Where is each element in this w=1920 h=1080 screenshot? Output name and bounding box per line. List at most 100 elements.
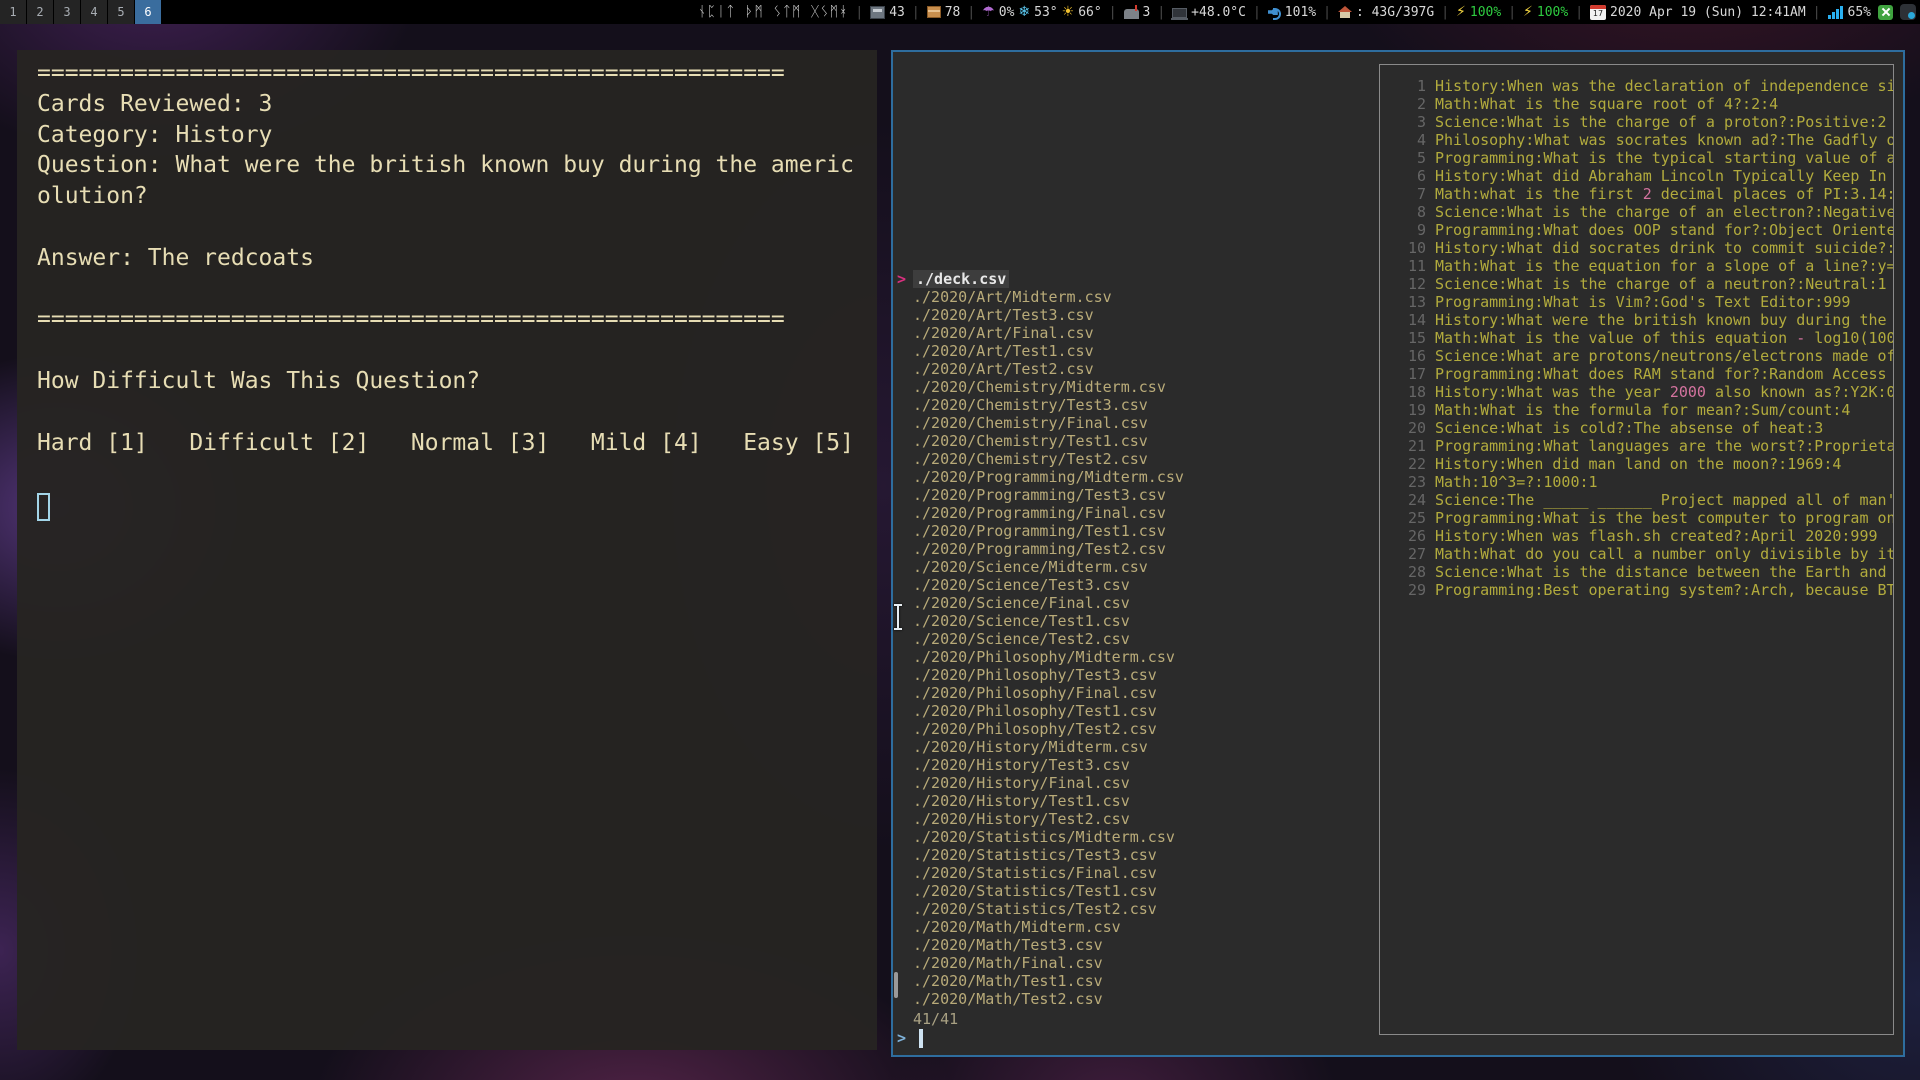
workspace-button[interactable]: 4 — [81, 0, 107, 24]
fzf-file-item[interactable]: ./2020/Science/Test2.csv — [897, 630, 1184, 648]
fzf-file-item[interactable]: ./2020/Philosophy/Test3.csv — [897, 666, 1184, 684]
fzf-file-item[interactable]: ./2020/Art/Midterm.csv — [897, 288, 1184, 306]
fzf-pointer — [897, 666, 913, 684]
fzf-file-item[interactable]: ./2020/Science/Test1.csv — [897, 612, 1184, 630]
fzf-file-item[interactable]: ./2020/Chemistry/Final.csv — [897, 414, 1184, 432]
tray-app-icon[interactable] — [1900, 4, 1916, 20]
workspace-button[interactable]: 1 — [0, 0, 26, 24]
fzf-file-item[interactable]: ./2020/Programming/Test3.csv — [897, 486, 1184, 504]
fzf-file-label: ./2020/Statistics/Test2.csv — [913, 900, 1157, 918]
cpu-temp-block: +48.0°C — [1172, 5, 1246, 20]
fzf-file-item[interactable]: ./2020/Philosophy/Midterm.csv — [897, 648, 1184, 666]
fzf-file-item[interactable]: ./2020/History/Test1.csv — [897, 792, 1184, 810]
fzf-file-item[interactable]: ./2020/Philosophy/Test2.csv — [897, 720, 1184, 738]
preview-line: 6History:What did Abraham Lincoln Typica… — [1380, 167, 1893, 185]
fzf-pointer — [897, 900, 913, 918]
preview-line: 5Programming:What is the typical startin… — [1380, 149, 1893, 167]
fzf-pointer — [897, 720, 913, 738]
fzf-file-item[interactable]: ./2020/Chemistry/Test3.csv — [897, 396, 1184, 414]
fzf-file-item[interactable]: ./2020/Math/Test2.csv — [897, 990, 1184, 1008]
preview-line: 3Science:What is the charge of a proton?… — [1380, 113, 1893, 131]
news-block: 43 — [870, 5, 905, 20]
preview-highlight: - — [1796, 329, 1805, 347]
fzf-file-item[interactable]: ./2020/Art/Test1.csv — [897, 342, 1184, 360]
preview-line-number: 1 — [1380, 77, 1426, 95]
fzf-file-item[interactable]: ./2020/Programming/Final.csv — [897, 504, 1184, 522]
preview-text: Science:What is cold?:The absense of hea… — [1435, 419, 1823, 437]
fzf-file-item[interactable]: ./2020/Math/Test3.csv — [897, 936, 1184, 954]
scrollbar-thumb[interactable] — [894, 972, 898, 998]
fzf-file-item[interactable]: ./2020/History/Midterm.csv — [897, 738, 1184, 756]
fzf-file-label: ./deck.csv — [913, 270, 1009, 288]
fzf-file-item[interactable]: ./2020/Statistics/Final.csv — [897, 864, 1184, 882]
top-status-bar: 123456 ᚾᛈᛁᛏ ᚦᛗ ᛊᛏᛗ ᚷᛊᛗᚼ | 43 | 78 | ☂ 0%… — [0, 0, 1920, 24]
fzf-pointer — [897, 288, 913, 306]
fzf-pointer — [897, 882, 913, 900]
preview-text: Programming:What does OOP stand for?:Obj… — [1435, 221, 1893, 239]
fzf-file-item[interactable]: ./2020/Programming/Midterm.csv — [897, 468, 1184, 486]
preview-line: 8Science:What is the charge of an electr… — [1380, 203, 1893, 221]
fzf-file-item[interactable]: ./2020/Philosophy/Final.csv — [897, 684, 1184, 702]
fzf-file-item[interactable]: ./2020/Math/Test1.csv — [897, 972, 1184, 990]
fzf-file-label: ./2020/Math/Test3.csv — [913, 936, 1103, 954]
fzf-file-item[interactable]: ./2020/Chemistry/Test1.csv — [897, 432, 1184, 450]
fzf-file-item[interactable]: ./2020/Science/Final.csv — [897, 594, 1184, 612]
terminal-line — [37, 335, 869, 366]
fzf-file-item[interactable]: ./2020/Art/Final.csv — [897, 324, 1184, 342]
fzf-file-item[interactable]: ./2020/Statistics/Test3.csv — [897, 846, 1184, 864]
separator: | — [1575, 5, 1583, 20]
fzf-file-item[interactable]: ./2020/Science/Midterm.csv — [897, 558, 1184, 576]
wifi-block: 65% — [1828, 5, 1871, 20]
fzf-file-item[interactable]: ./2020/Statistics/Test1.csv — [897, 882, 1184, 900]
fzf-file-item[interactable]: ./2020/Art/Test2.csv — [897, 360, 1184, 378]
fzf-file-label: ./2020/Programming/Test1.csv — [913, 522, 1166, 540]
fzf-file-item[interactable]: ./2020/Philosophy/Test1.csv — [897, 702, 1184, 720]
fzf-file-label: ./2020/Science/Test1.csv — [913, 612, 1130, 630]
preview-line: 1History:When was the declaration of ind… — [1380, 77, 1893, 95]
fzf-pointer — [897, 360, 913, 378]
fzf-file-item[interactable]: ./2020/Programming/Test1.csv — [897, 522, 1184, 540]
preview-line-number: 15 — [1380, 329, 1426, 347]
bolt-icon: ⚡ — [1523, 5, 1533, 19]
preview-line-number: 7 — [1380, 185, 1426, 203]
fzf-pointer — [897, 396, 913, 414]
wifi-signal-icon — [1828, 6, 1844, 19]
fzf-file-item[interactable]: ./2020/Science/Test3.csv — [897, 576, 1184, 594]
preview-line-number: 9 — [1380, 221, 1426, 239]
fzf-file-item[interactable]: ./2020/Chemistry/Midterm.csv — [897, 378, 1184, 396]
terminal-line: Answer: The redcoats — [37, 243, 869, 274]
fzf-pointer — [897, 414, 913, 432]
preview-text: Math:10^3=?:1000:1 — [1435, 473, 1598, 491]
workspace-button[interactable]: 3 — [54, 0, 80, 24]
preview-line: 9 Programming:What does OOP stand for?:Ob… — [1380, 221, 1893, 239]
workspace-button[interactable]: 6 — [135, 0, 161, 24]
fzf-file-item[interactable]: ./2020/Art/Test3.csv — [897, 306, 1184, 324]
preview-text: Math:what is the first — [1435, 185, 1643, 203]
preview-line: 19Math:What is the formula for mean?:Sum… — [1380, 401, 1893, 419]
fzf-file-item[interactable]: ./2020/History/Final.csv — [897, 774, 1184, 792]
fzf-file-item[interactable]: ./2020/Statistics/Test2.csv — [897, 900, 1184, 918]
preview-line-number: 3 — [1380, 113, 1426, 131]
flashcard-terminal-window[interactable]: ========================================… — [17, 50, 877, 1050]
fzf-file-item[interactable]: > ./deck.csv — [897, 270, 1184, 288]
fzf-file-label: ./2020/Chemistry/Test2.csv — [913, 450, 1148, 468]
workspace-button[interactable]: 5 — [108, 0, 134, 24]
preview-line-number: 24 — [1380, 491, 1426, 509]
fzf-pointer — [897, 792, 913, 810]
workspace-button[interactable]: 2 — [27, 0, 53, 24]
fzf-file-item[interactable]: ./2020/Math/Midterm.csv — [897, 918, 1184, 936]
fzf-file-item[interactable]: ./2020/Programming/Test2.csv — [897, 540, 1184, 558]
fzf-pointer — [897, 954, 913, 972]
fzf-file-item[interactable]: ./2020/Math/Final.csv — [897, 954, 1184, 972]
fzf-file-item[interactable]: ./2020/History/Test3.csv — [897, 756, 1184, 774]
fzf-file-item[interactable]: ./2020/Statistics/Midterm.csv — [897, 828, 1184, 846]
fzf-file-item[interactable]: ./2020/Chemistry/Test2.csv — [897, 450, 1184, 468]
green-x-tray-icon[interactable] — [1878, 5, 1893, 20]
fzf-search-prompt[interactable]: > — [897, 1028, 923, 1048]
terminal-line — [37, 397, 869, 428]
fzf-pointer — [897, 936, 913, 954]
fzf-terminal-window[interactable]: > ./deck.csv ./2020/Art/Midterm.csv ./20… — [891, 50, 1905, 1057]
fzf-file-item[interactable]: ./2020/History/Test2.csv — [897, 810, 1184, 828]
laptop-icon — [1172, 8, 1187, 18]
bolt-icon: ⚡ — [1456, 5, 1466, 19]
